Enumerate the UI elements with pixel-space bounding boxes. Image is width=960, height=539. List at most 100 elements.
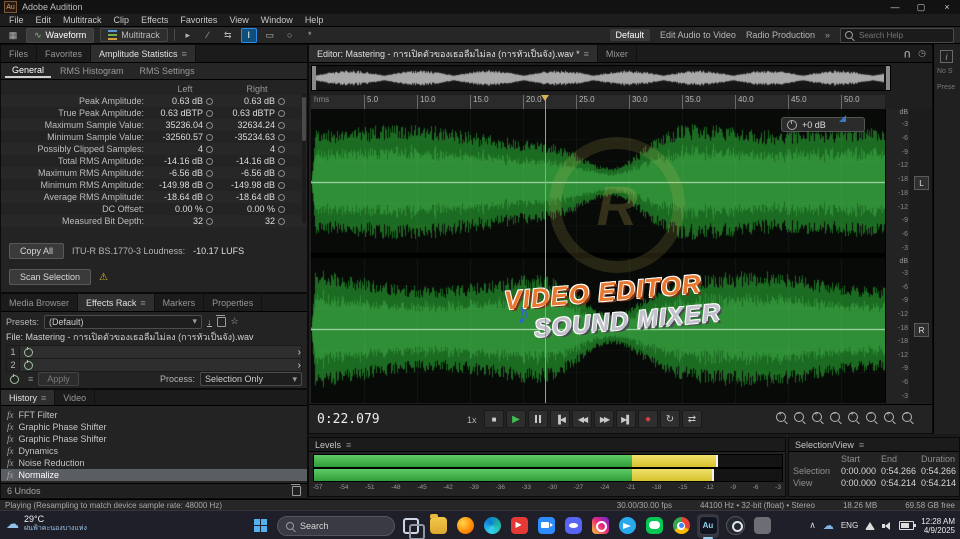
- stop-button[interactable]: [484, 410, 504, 428]
- chevron-right-icon[interactable]: [298, 360, 301, 371]
- file-explorer-app[interactable]: [427, 514, 449, 538]
- volume-hud[interactable]: +0 dB: [781, 117, 865, 132]
- view-end[interactable]: 0:54.214: [881, 478, 921, 488]
- menu-window[interactable]: Window: [255, 15, 299, 25]
- marker-dot[interactable]: [278, 133, 285, 141]
- zoom-to-selection-icon[interactable]: [884, 411, 894, 422]
- zoom-out-vertical-icon[interactable]: [866, 411, 876, 422]
- workspace-overflow-icon[interactable]: [825, 30, 830, 40]
- taskbar-search[interactable]: Search: [277, 515, 395, 536]
- panel-menu-icon[interactable]: [140, 298, 145, 308]
- marker-dot[interactable]: [278, 193, 285, 201]
- marker-dot[interactable]: [206, 133, 213, 141]
- subtab-rms-histogram[interactable]: RMS Histogram: [53, 65, 131, 77]
- speaker-icon[interactable]: [882, 521, 892, 530]
- hud-corner-handle[interactable]: [839, 115, 846, 122]
- marker-dot[interactable]: [278, 217, 285, 225]
- level-meter-left[interactable]: [313, 454, 783, 468]
- tab-markers[interactable]: Markers: [155, 294, 205, 311]
- telegram-app[interactable]: [616, 514, 638, 538]
- battery-icon[interactable]: [899, 521, 917, 530]
- marker-dot[interactable]: [206, 217, 213, 225]
- fast-forward-button[interactable]: [594, 410, 614, 428]
- time-display[interactable]: 0:22.079: [317, 412, 380, 427]
- preset-dropdown[interactable]: (Default): [44, 314, 203, 329]
- discord-app[interactable]: [562, 514, 584, 538]
- weather-widget[interactable]: 29°C ฝนฟ้าคะนองบางแห่ง: [6, 514, 87, 534]
- overview-left-handle[interactable]: [312, 66, 316, 90]
- chrome-app[interactable]: [670, 514, 692, 538]
- tab-history[interactable]: History: [1, 390, 56, 405]
- paintbrush-tool-icon[interactable]: *: [303, 29, 317, 42]
- tab-mixer[interactable]: Mixer: [598, 45, 637, 62]
- rack-power-icon[interactable]: [10, 373, 19, 384]
- tab-effects-rack[interactable]: Effects Rack: [78, 294, 155, 311]
- zoom-full-icon[interactable]: [902, 411, 912, 422]
- onedrive-icon[interactable]: [823, 519, 834, 532]
- menu-edit[interactable]: Edit: [30, 15, 58, 25]
- multitrack-mode-button[interactable]: Multitrack: [100, 28, 168, 42]
- overview-right-handle[interactable]: [886, 66, 890, 90]
- task-view-button[interactable]: [400, 514, 425, 539]
- marker-dot[interactable]: [206, 205, 213, 213]
- time-selection-tool-icon[interactable]: I: [240, 27, 257, 43]
- view-duration[interactable]: 0:54.214: [921, 478, 960, 488]
- tab-editor[interactable]: Editor: Mastering - การเปิดตัวของเธอลืมไ…: [309, 45, 598, 62]
- zoom-in-horizontal-icon[interactable]: [812, 411, 822, 422]
- loop-playback-button[interactable]: [660, 410, 680, 428]
- level-meter-right[interactable]: [313, 468, 783, 482]
- workspace-default[interactable]: Default: [609, 29, 651, 41]
- db-scale-column[interactable]: dB -3 -6 -9 -12 -18 -18 -12 -9 -6 -3 dB -3 -6 -9 -1…: [885, 109, 910, 403]
- volume-knob-icon[interactable]: [787, 119, 797, 130]
- clock-icon[interactable]: [918, 48, 926, 59]
- scan-selection-button[interactable]: Scan Selection: [9, 269, 92, 285]
- firefox-app[interactable]: [454, 514, 476, 538]
- tab-files[interactable]: Files: [1, 45, 38, 62]
- rewind-button[interactable]: [572, 410, 592, 428]
- marker-dot[interactable]: [278, 109, 285, 117]
- search-help-box[interactable]: [840, 27, 954, 43]
- marquee-tool-icon[interactable]: ▭: [263, 29, 277, 42]
- zoom-out-horizontal-icon[interactable]: [830, 411, 840, 422]
- skip-to-end-button[interactable]: [616, 410, 636, 428]
- clock-date[interactable]: 12:28 AM 4/9/2025: [921, 517, 955, 535]
- panel-menu-icon[interactable]: [182, 49, 187, 59]
- right-channel-badge[interactable]: R: [914, 323, 929, 337]
- close-button[interactable]: ×: [934, 0, 960, 14]
- razor-tool-icon[interactable]: ∕: [201, 29, 215, 42]
- workspace-grid-icon[interactable]: ▦: [6, 29, 20, 42]
- overview-waveform[interactable]: [314, 68, 884, 88]
- history-item-selected[interactable]: Normalize: [1, 469, 307, 481]
- power-toggle-icon[interactable]: [24, 359, 33, 370]
- effect-slot-2[interactable]: 2: [6, 358, 302, 372]
- copy-all-button[interactable]: Copy All: [9, 243, 65, 259]
- info-icon[interactable]: i: [940, 50, 953, 63]
- settings-app[interactable]: [751, 514, 773, 538]
- skip-selection-button[interactable]: [682, 410, 702, 428]
- history-item[interactable]: Graphic Phase Shifter: [1, 421, 307, 433]
- zoom-in-vertical-icon[interactable]: [848, 411, 858, 422]
- playhead[interactable]: [541, 95, 549, 403]
- menu-help[interactable]: Help: [299, 15, 330, 25]
- effect-slot-1[interactable]: 1: [6, 345, 302, 359]
- lasso-tool-icon[interactable]: ○: [283, 29, 297, 42]
- history-item[interactable]: Graphic Phase Shifter: [1, 433, 307, 445]
- marker-dot[interactable]: [206, 145, 213, 153]
- zoom-app[interactable]: [535, 514, 557, 538]
- record-button[interactable]: [638, 410, 658, 428]
- subtab-rms-settings[interactable]: RMS Settings: [133, 65, 202, 77]
- marker-dot[interactable]: [206, 169, 213, 177]
- menu-file[interactable]: File: [3, 15, 30, 25]
- marker-dot[interactable]: [278, 181, 285, 189]
- process-dropdown[interactable]: Selection Only: [200, 372, 302, 386]
- marker-dot[interactable]: [206, 109, 213, 117]
- save-preset-icon[interactable]: [207, 317, 212, 327]
- snap-magnet-icon[interactable]: [904, 49, 911, 59]
- workspace-edit-audio-to-video[interactable]: Edit Audio to Video: [660, 30, 736, 40]
- skip-to-start-button[interactable]: [550, 410, 570, 428]
- marker-dot[interactable]: [278, 169, 285, 177]
- instagram-app[interactable]: [589, 514, 611, 538]
- waveform-mode-button[interactable]: ∿ Waveform: [26, 27, 95, 43]
- line-app[interactable]: [643, 514, 665, 538]
- minimize-button[interactable]: —: [882, 0, 908, 14]
